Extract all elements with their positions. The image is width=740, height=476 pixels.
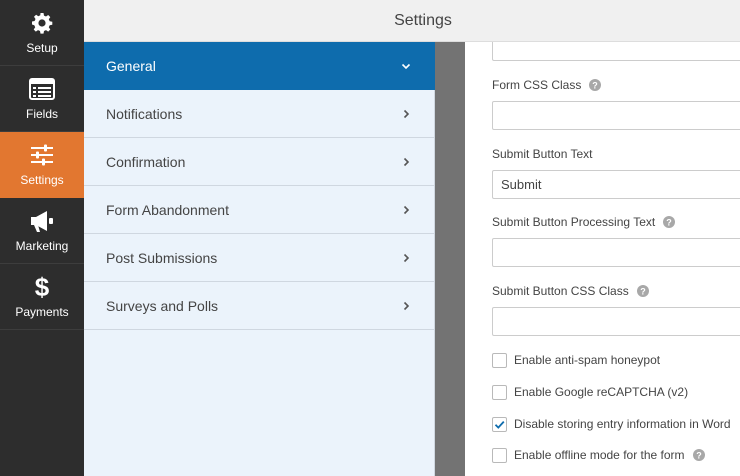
field-label-text: Submit Button Text bbox=[492, 147, 593, 161]
sidebar-item-label: Setup bbox=[26, 41, 58, 55]
section-item-confirmation[interactable]: Confirmation bbox=[84, 138, 435, 186]
honeypot-checkbox-row[interactable]: Enable anti-spam honeypot bbox=[492, 352, 660, 368]
sidebar-item-label: Payments bbox=[15, 305, 69, 319]
offline-mode-checkbox[interactable] bbox=[492, 447, 507, 463]
disable-entry-storage-checkbox-row[interactable]: Disable storing entry information in Wor… bbox=[492, 416, 731, 432]
top-text-field[interactable] bbox=[492, 42, 740, 61]
panel-gutter bbox=[435, 42, 465, 476]
section-item-post-submissions[interactable]: Post Submissions bbox=[84, 234, 435, 282]
sidebar-item-payments[interactable]: $ Payments bbox=[0, 264, 84, 330]
submit-button-text-label: Submit Button Text bbox=[492, 147, 593, 161]
sidebar-item-label: Settings bbox=[20, 173, 64, 187]
svg-text:$: $ bbox=[35, 274, 50, 300]
sidebar-item-setup[interactable]: Setup bbox=[0, 0, 84, 66]
chevron-right-icon bbox=[399, 155, 413, 169]
section-item-label: Form Abandonment bbox=[106, 202, 229, 218]
section-item-general[interactable]: General bbox=[84, 42, 435, 90]
sidebar-item-label: Fields bbox=[25, 107, 58, 121]
checkmark-icon bbox=[494, 420, 505, 429]
disable-entry-storage-checkbox[interactable] bbox=[492, 416, 507, 432]
checkbox-label: Enable anti-spam honeypot bbox=[514, 353, 661, 367]
sidebar-item-settings[interactable]: Settings bbox=[0, 132, 84, 198]
general-settings-form: Form CSS Class ? Submit Button Text Subm… bbox=[465, 42, 740, 476]
submit-processing-text-input[interactable] bbox=[492, 238, 740, 267]
sidebar-item-fields[interactable]: Fields bbox=[0, 66, 84, 132]
top-bar: Settings bbox=[84, 0, 740, 42]
chevron-down-icon bbox=[399, 59, 413, 73]
section-item-label: Confirmation bbox=[106, 154, 186, 170]
svg-text:?: ? bbox=[666, 217, 672, 227]
svg-text:?: ? bbox=[593, 80, 599, 90]
page-title: Settings bbox=[394, 12, 452, 29]
megaphone-icon bbox=[29, 208, 55, 234]
settings-section-list: General Notifications Confirmation Form … bbox=[84, 42, 435, 476]
form-css-class-input[interactable] bbox=[492, 101, 740, 130]
offline-mode-checkbox-row[interactable]: Enable offline mode for the form ? bbox=[492, 447, 705, 463]
section-item-notifications[interactable]: Notifications bbox=[84, 90, 435, 138]
checkbox-label: Enable offline mode for the form bbox=[514, 448, 685, 462]
chevron-right-icon bbox=[399, 299, 413, 313]
help-icon[interactable]: ? bbox=[636, 285, 649, 297]
help-icon[interactable]: ? bbox=[589, 79, 602, 91]
list-icon bbox=[29, 76, 55, 102]
sidebar-item-marketing[interactable]: Marketing bbox=[0, 198, 84, 264]
form-css-class-label: Form CSS Class ? bbox=[492, 78, 602, 92]
help-icon[interactable]: ? bbox=[663, 216, 676, 228]
gear-icon bbox=[29, 10, 55, 36]
section-item-form-abandonment[interactable]: Form Abandonment bbox=[84, 186, 435, 234]
chevron-right-icon bbox=[399, 251, 413, 265]
help-icon[interactable]: ? bbox=[692, 449, 705, 461]
section-item-label: Surveys and Polls bbox=[106, 298, 219, 314]
submit-processing-text-label: Submit Button Processing Text ? bbox=[492, 215, 676, 229]
section-item-label: Post Submissions bbox=[106, 250, 218, 266]
recaptcha-checkbox[interactable] bbox=[492, 384, 507, 400]
checkbox-label: Enable Google reCAPTCHA (v2) bbox=[514, 385, 689, 399]
section-item-surveys-and-polls[interactable]: Surveys and Polls bbox=[84, 282, 435, 330]
submit-button-text-input[interactable] bbox=[492, 170, 740, 199]
checkbox-label: Disable storing entry information in Wor… bbox=[514, 417, 731, 431]
section-item-label: Notifications bbox=[106, 106, 183, 122]
sidebar-item-label: Marketing bbox=[15, 239, 69, 253]
submit-button-css-class-label: Submit Button CSS Class ? bbox=[492, 284, 649, 298]
submit-button-css-class-input[interactable] bbox=[492, 307, 740, 336]
chevron-right-icon bbox=[399, 107, 413, 121]
sliders-icon bbox=[29, 142, 55, 168]
svg-text:?: ? bbox=[640, 286, 646, 296]
section-item-label: General bbox=[106, 58, 156, 74]
field-label-text: Submit Button CSS Class bbox=[492, 284, 629, 298]
dollar-icon: $ bbox=[29, 274, 55, 300]
svg-text:?: ? bbox=[696, 450, 702, 460]
honeypot-checkbox[interactable] bbox=[492, 352, 507, 368]
field-label-text: Form CSS Class bbox=[492, 78, 582, 92]
builder-sidebar: Setup Fields Settings Marketing $ Paymen… bbox=[0, 0, 84, 476]
recaptcha-checkbox-row[interactable]: Enable Google reCAPTCHA (v2) bbox=[492, 384, 688, 400]
field-label-text: Submit Button Processing Text bbox=[492, 215, 656, 229]
chevron-right-icon bbox=[399, 203, 413, 217]
